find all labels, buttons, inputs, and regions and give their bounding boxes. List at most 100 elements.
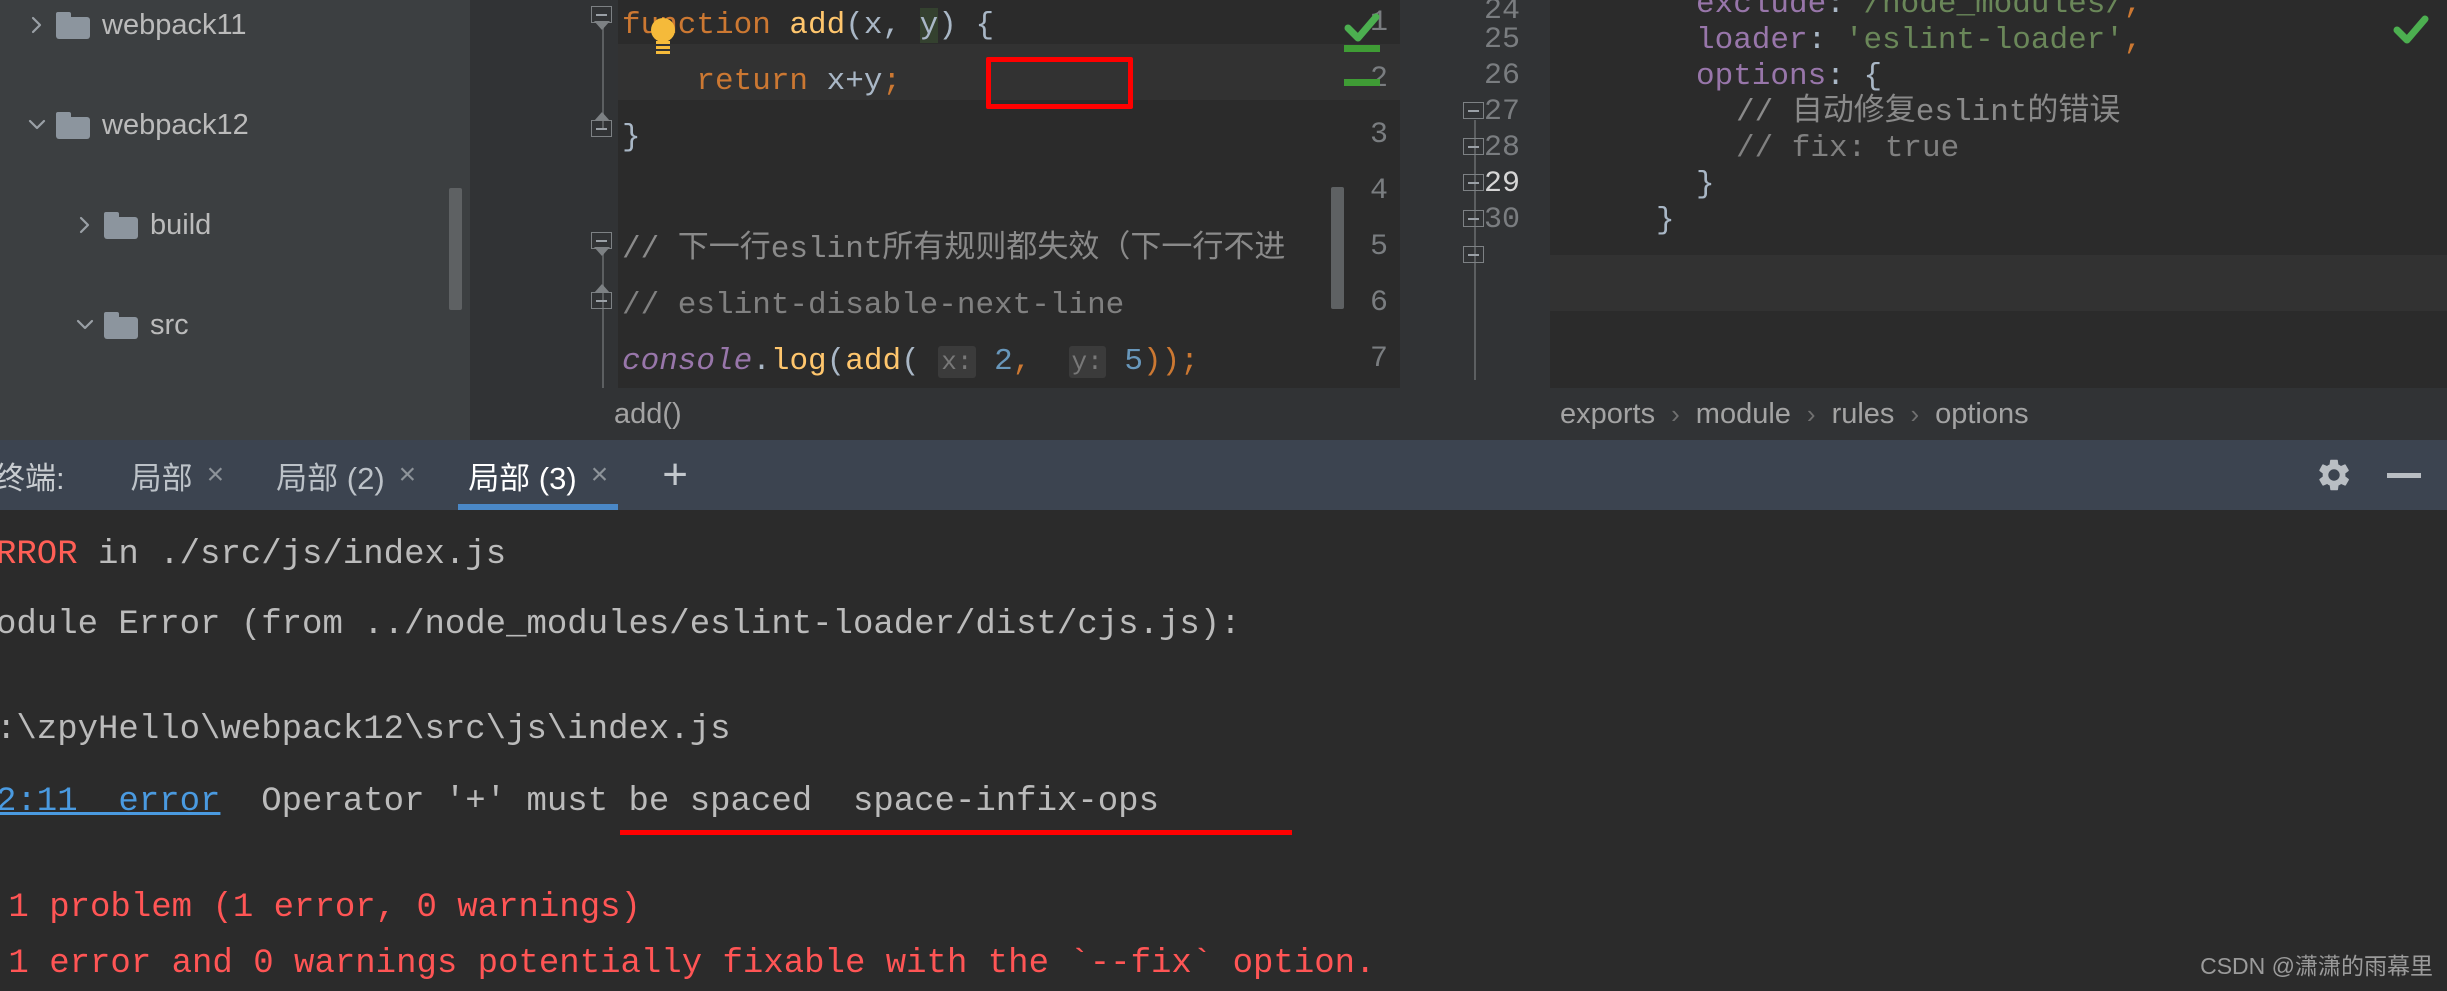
- code-line-1[interactable]: function add(x, y) {: [622, 0, 994, 54]
- expression-x-plus-y: x+y: [826, 64, 883, 99]
- fold-marker[interactable]: [591, 284, 613, 314]
- annotation-underline-rule: [620, 830, 1292, 835]
- code-line-29[interactable]: }: [1696, 157, 1715, 213]
- log-method: log: [770, 344, 827, 379]
- code-line-3[interactable]: }: [622, 110, 641, 166]
- fold-marker[interactable]: [1463, 210, 1485, 232]
- comment-fix-true: // fix: true: [1736, 131, 1960, 166]
- terminal-line-error-header: RROR in ./src/js/index.js: [0, 535, 506, 575]
- terminal-tab-label: 局部: [130, 460, 193, 496]
- inspection-ok-check-icon[interactable]: [2389, 8, 2433, 52]
- semicolon: ;: [882, 64, 902, 99]
- terminal-line-eslint-error: 2:11 error Operator '+' must be spaced s…: [0, 782, 1159, 822]
- editor-webpack-config[interactable]: 24 25 26 27 28 29 30 exclude: /node_modu…: [1400, 0, 2447, 440]
- fold-marker[interactable]: [591, 232, 613, 256]
- paren-close-brace: ) {: [938, 8, 995, 43]
- intention-bulb-icon[interactable]: [649, 18, 677, 52]
- caret-line-highlight: [1550, 255, 2447, 311]
- error-location-link[interactable]: 2:11 error: [0, 783, 220, 821]
- terminal-line-fixable: 1 error and 0 warnings potentially fixab…: [0, 945, 1376, 983]
- chevron-down-icon[interactable]: [70, 310, 100, 340]
- error-message: Operator '+' must be spaced space-infix-…: [220, 783, 1159, 821]
- breadcrumb-exports[interactable]: exports: [1560, 398, 1655, 431]
- chevron-down-icon[interactable]: [22, 110, 52, 140]
- terminal-tab-2[interactable]: 局部 (2) ×: [250, 440, 442, 510]
- close-icon[interactable]: ×: [591, 458, 609, 492]
- breadcrumb-separator-icon: ›: [1671, 399, 1680, 429]
- terminal-tab-label: 局部 (3): [468, 460, 577, 496]
- closing-brace: }: [622, 120, 641, 155]
- tree-item-src[interactable]: src: [0, 300, 470, 350]
- terminal-panel-title: 终端:: [0, 460, 65, 496]
- close-icon[interactable]: ×: [399, 458, 417, 492]
- inspection-ok-check-icon[interactable]: [1340, 6, 1384, 50]
- breadcrumb-left[interactable]: add(): [614, 398, 682, 431]
- new-terminal-tab-button[interactable]: +: [634, 453, 716, 497]
- code-line-28[interactable]: // fix: true: [1736, 121, 1959, 177]
- terminal-tab-3[interactable]: 局部 (3) ×: [442, 440, 634, 510]
- fold-marker[interactable]: [1463, 138, 1485, 160]
- terminal-tab-1[interactable]: 局部 ×: [105, 440, 251, 510]
- breadcrumb-module[interactable]: module: [1696, 398, 1791, 431]
- gear-icon[interactable]: [2315, 456, 2353, 494]
- annotation-box-expression: [986, 57, 1133, 109]
- brace-close: }: [1696, 167, 1715, 202]
- param-y: y: [919, 8, 939, 43]
- code-line-30[interactable]: }: [1656, 193, 1675, 249]
- line-number: 4: [1369, 174, 1388, 208]
- tree-item-label: build: [150, 208, 212, 241]
- watermark: CSDN @潇潇的雨幕里: [2200, 953, 2433, 979]
- fold-marker[interactable]: [1463, 246, 1485, 268]
- project-tree-scrollbar[interactable]: [449, 188, 462, 310]
- keyword-return: return: [622, 64, 827, 99]
- terminal-output[interactable]: RROR in ./src/js/index.js odule Error (f…: [0, 510, 2447, 991]
- tree-item-build[interactable]: build: [0, 200, 470, 250]
- fold-marker[interactable]: [1463, 102, 1485, 124]
- fold-marker[interactable]: [591, 112, 613, 142]
- param-hint-y: y:: [1068, 346, 1106, 378]
- tree-item-webpack12[interactable]: webpack12: [0, 100, 470, 150]
- param-hint-x: x:: [938, 346, 976, 378]
- code-line-2[interactable]: return x+y;: [622, 54, 901, 110]
- console-object: console: [622, 344, 753, 379]
- tree-item-label: webpack11: [102, 8, 247, 41]
- tree-item-webpack11[interactable]: webpack11: [0, 0, 470, 50]
- chevron-right-icon[interactable]: [22, 10, 52, 40]
- function-name: add: [770, 8, 846, 43]
- comment-eslint-disable: // eslint-disable-next-line: [622, 288, 1125, 323]
- tree-item-label: src: [150, 308, 189, 341]
- code-folding-column[interactable]: [588, 0, 618, 440]
- comment-chinese: // 下一行eslint所有规则都失效（下一行不进: [622, 232, 1286, 267]
- code-line-7[interactable]: console.log(add( x: 2, y: 5));: [622, 334, 1199, 390]
- folder-icon: [56, 111, 90, 139]
- code-folding-column[interactable]: [1460, 0, 1490, 440]
- line-number: 7: [1369, 342, 1388, 376]
- fold-marker[interactable]: [591, 6, 613, 30]
- editor-left-scrollbar[interactable]: [1331, 187, 1344, 309]
- folder-icon: [56, 11, 90, 39]
- breadcrumb-left-filler: [0, 388, 470, 440]
- add-call: add: [845, 344, 902, 379]
- terminal-line-file-path: :\zpyHello\webpack12\src\js\index.js: [0, 711, 731, 749]
- terminal-actions: [2315, 440, 2447, 510]
- comma: ,: [2123, 23, 2143, 58]
- error-path: in ./src/js/index.js: [77, 536, 507, 574]
- terminal-tab-label: 局部 (2): [276, 460, 385, 496]
- paren: (: [826, 344, 846, 379]
- param-x: x,: [863, 8, 920, 43]
- code-line-6[interactable]: // eslint-disable-next-line: [622, 278, 1124, 334]
- code-line-5[interactable]: // 下一行eslint所有规则都失效（下一行不进: [622, 222, 1285, 278]
- chevron-right-icon[interactable]: [70, 210, 100, 240]
- call-tail: ));: [1142, 344, 1199, 379]
- editor-index-js[interactable]: 1 2 3 4 5 6 7 function add(x, y) { retur…: [470, 0, 1400, 440]
- breadcrumb-options[interactable]: options: [1935, 398, 2029, 431]
- comma: ,: [1012, 344, 1069, 379]
- close-icon[interactable]: ×: [207, 458, 225, 492]
- breadcrumb-rules[interactable]: rules: [1832, 398, 1895, 431]
- line-number: 3: [1369, 118, 1388, 152]
- minimize-icon[interactable]: [2387, 472, 2421, 478]
- fold-marker[interactable]: [1463, 174, 1485, 196]
- ide-window: webpack11 webpack12 build src 1 3 4 5 6 …: [0, 0, 2447, 991]
- scrollbar-marker-green: [1344, 79, 1380, 86]
- folder-icon: [104, 311, 138, 339]
